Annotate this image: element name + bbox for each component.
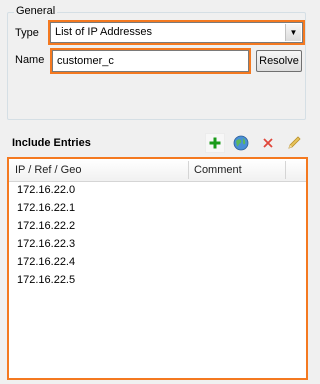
name-input-value: customer_c — [57, 55, 114, 67]
resolve-button[interactable]: Resolve — [256, 50, 302, 72]
add-entry-button[interactable] — [205, 133, 225, 153]
general-group-title: General — [14, 5, 58, 17]
chevron-down-icon[interactable]: ▼ — [285, 24, 301, 41]
table-header: IP / Ref / Geo Comment — [9, 159, 306, 182]
table-row[interactable]: 172.16.22.2 — [17, 220, 75, 232]
remove-entry-button[interactable] — [258, 133, 278, 153]
globe-icon — [233, 135, 249, 151]
column-header-ip[interactable]: IP / Ref / Geo — [15, 164, 81, 176]
table-row[interactable]: 172.16.22.4 — [17, 256, 75, 268]
x-icon — [263, 138, 273, 148]
table-row[interactable]: 172.16.22.3 — [17, 238, 75, 250]
column-header-comment[interactable]: Comment — [194, 164, 242, 176]
type-select-value: List of IP Addresses — [55, 26, 153, 38]
table-row[interactable]: 172.16.22.1 — [17, 202, 75, 214]
include-entries-table[interactable]: IP / Ref / Geo Comment 172.16.22.0 172.1… — [7, 157, 308, 380]
name-label: Name — [15, 54, 45, 66]
table-row[interactable]: 172.16.22.0 — [17, 184, 75, 196]
geo-entry-button[interactable] — [231, 133, 251, 153]
type-label: Type — [15, 27, 39, 39]
pencil-icon — [288, 136, 301, 149]
plus-icon — [209, 137, 221, 149]
name-input[interactable]: customer_c — [50, 48, 251, 74]
include-entries-title: Include Entries — [12, 137, 91, 149]
type-select[interactable]: List of IP Addresses ▼ — [48, 20, 305, 45]
edit-entry-button[interactable] — [284, 133, 304, 153]
table-row[interactable]: 172.16.22.5 — [17, 274, 75, 286]
